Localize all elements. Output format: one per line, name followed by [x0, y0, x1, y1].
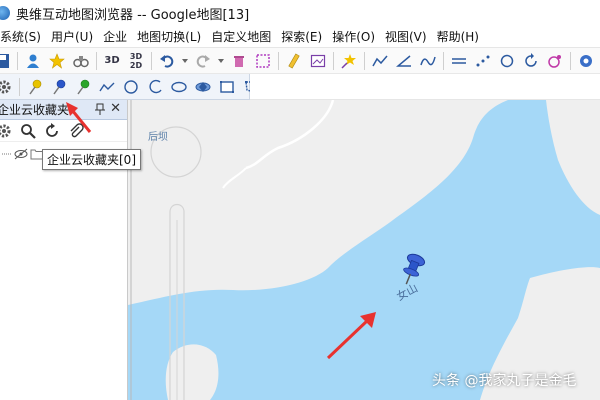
magic-star-icon[interactable] — [339, 51, 359, 71]
tree-expander-icon[interactable] — [2, 148, 12, 162]
toolbar-separator — [278, 51, 279, 70]
menu-help[interactable]: 帮助(H) — [432, 28, 484, 45]
toolbar-separator — [96, 51, 97, 70]
select-rect-icon[interactable] — [253, 51, 273, 71]
toolbar-separator — [364, 51, 365, 70]
undo-dropdown-icon[interactable] — [181, 51, 189, 71]
pin-green-icon[interactable] — [73, 77, 93, 97]
menu-bar: 系统(S) 用户(U) 企业 地图切换(L) 自定义地图 探索(E) 操作(O)… — [0, 26, 600, 48]
user-icon[interactable] — [23, 51, 43, 71]
delete-icon[interactable] — [229, 51, 249, 71]
panel-settings-icon[interactable] — [0, 121, 14, 141]
diamond-icon[interactable] — [193, 77, 213, 97]
circle-draw-icon[interactable] — [497, 51, 517, 71]
toolbar-separator — [151, 51, 152, 70]
panel-title: 企业云收藏夹 — [0, 103, 70, 117]
tooltip: 企业云收藏夹[0] — [42, 149, 141, 170]
map-image-icon[interactable] — [308, 51, 328, 71]
circle-icon[interactable] — [121, 77, 141, 97]
window-title: 奥维互动地图浏览器 -- Google地图[13] — [16, 7, 250, 23]
toolbar-separator — [570, 51, 571, 70]
menu-explore[interactable]: 探索(E) — [276, 28, 327, 45]
visibility-icon[interactable] — [14, 148, 28, 163]
ruler-icon[interactable] — [284, 51, 304, 71]
draw-toolbar — [0, 74, 257, 100]
main-toolbar: 3D 3D 2D — [0, 48, 600, 74]
close-panel-icon[interactable]: ✕ — [110, 101, 121, 116]
redo-icon[interactable] — [193, 51, 213, 71]
app-logo-icon — [0, 6, 10, 20]
menu-system[interactable]: 系统(S) — [0, 28, 46, 45]
menu-map-switch[interactable]: 地图切换(L) — [132, 28, 206, 45]
toolbar-empty-area — [250, 74, 600, 100]
menu-user[interactable]: 用户(U) — [46, 28, 98, 45]
binoculars-icon[interactable] — [71, 51, 91, 71]
gear-icon[interactable] — [0, 77, 14, 97]
curve-icon[interactable] — [418, 51, 438, 71]
ring-icon[interactable] — [545, 51, 565, 71]
rotate-icon[interactable] — [521, 51, 541, 71]
3d-2d-toggle-button[interactable]: 3D 2D — [126, 51, 146, 71]
watermark: 头条 @我家丸子是金毛 — [432, 373, 577, 389]
save-icon[interactable] — [0, 51, 12, 71]
star-icon[interactable] — [47, 51, 67, 71]
toolbar-separator — [19, 77, 20, 96]
track-icon[interactable] — [449, 51, 469, 71]
title-bar: 奥维互动地图浏览器 -- Google地图[13] — [0, 0, 600, 26]
place-label-houba: 后坝 — [148, 132, 168, 143]
pin-blue-icon[interactable] — [49, 77, 69, 97]
toolbar-separator — [443, 51, 444, 70]
rectangle-icon[interactable] — [217, 77, 237, 97]
settings-round-icon[interactable] — [576, 51, 596, 71]
annotation-arrow-map — [326, 312, 376, 360]
menu-operation[interactable]: 操作(O) — [327, 28, 380, 45]
menu-custom-map[interactable]: 自定义地图 — [206, 28, 276, 45]
angle-icon[interactable] — [394, 51, 414, 71]
menu-view[interactable]: 视图(V) — [380, 28, 432, 45]
points-icon[interactable] — [473, 51, 493, 71]
refresh-icon[interactable] — [42, 121, 62, 141]
favorites-panel: 企业云收藏夹 ✕ — [0, 100, 128, 400]
arc-icon[interactable] — [145, 77, 165, 97]
redo-dropdown-icon[interactable] — [217, 51, 225, 71]
undo-icon[interactable] — [157, 51, 177, 71]
toolbar-separator — [17, 51, 18, 70]
pin-yellow-icon[interactable] — [25, 77, 45, 97]
menu-enterprise[interactable]: 企业 — [98, 28, 132, 45]
line-draw-icon[interactable] — [97, 77, 117, 97]
search-icon[interactable] — [18, 121, 38, 141]
land-southwest — [165, 344, 219, 400]
polyline-icon[interactable] — [370, 51, 390, 71]
ellipse-icon[interactable] — [169, 77, 189, 97]
annotation-arrow-toolbar — [66, 102, 92, 133]
toolbar-separator — [333, 51, 334, 70]
3d-button[interactable]: 3D — [102, 51, 122, 71]
